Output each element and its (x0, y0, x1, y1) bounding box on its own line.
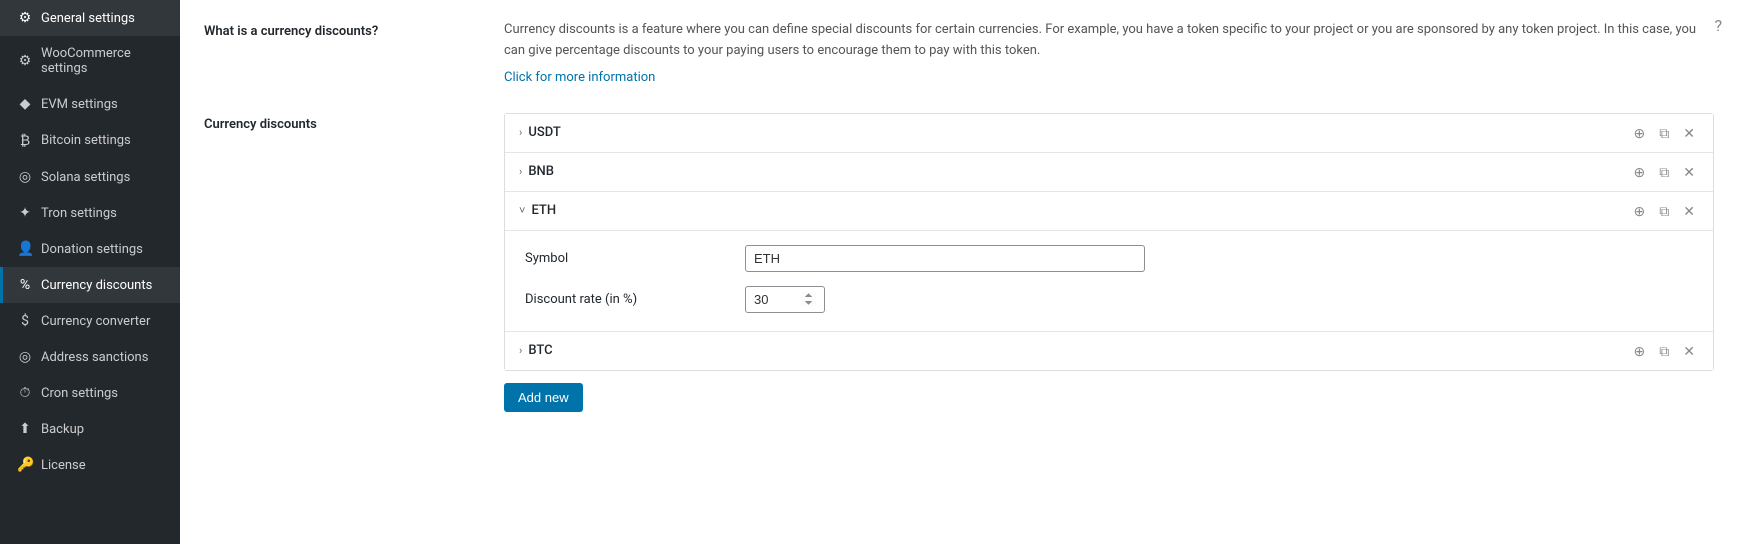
description-text: Currency discounts is a feature where yo… (504, 20, 1714, 62)
chevron-right-icon: › (519, 344, 522, 357)
sidebar-item-label-donation-settings: Donation settings (41, 242, 143, 257)
bitcoin-settings-icon: ₿ (17, 132, 33, 149)
sidebar-item-cron-settings[interactable]: ⏱ Cron settings (0, 375, 180, 411)
sidebar: ⚙ General settings ⚙ WooCommerce settings ◆ E… (0, 0, 180, 544)
sidebar-item-label-cron-settings: Cron settings (41, 386, 118, 401)
sidebar-item-label-backup: Backup (41, 422, 84, 437)
sidebar-item-woocommerce-settings[interactable]: ⚙ WooCommerce settings (0, 36, 180, 86)
item-actions-bnb: ⊕ ⧉ ✕ (1630, 163, 1699, 181)
sidebar-item-evm-settings[interactable]: ◆ EVM settings (0, 86, 180, 122)
move-button-usdt[interactable]: ⊕ (1630, 124, 1650, 142)
duplicate-button-bnb[interactable]: ⧉ (1655, 163, 1673, 181)
currency-discounts-icon: % (17, 277, 33, 293)
evm-settings-icon: ◆ (17, 96, 33, 112)
cron-settings-icon: ⏱ (17, 385, 33, 401)
donation-settings-icon: 👤 (17, 241, 33, 257)
item-actions-usdt: ⊕ ⧉ ✕ (1630, 124, 1699, 142)
sidebar-item-label-solana-settings: Solana settings (41, 170, 130, 185)
help-icon[interactable]: ? (1714, 16, 1722, 35)
tron-settings-icon: ✦ (17, 205, 33, 221)
sidebar-item-label-woocommerce-settings: WooCommerce settings (41, 46, 166, 76)
what-is-label: What is a currency discounts? (204, 20, 484, 85)
sidebar-item-label-currency-discounts: Currency discounts (41, 278, 152, 293)
solana-settings-icon: ◎ (17, 169, 33, 185)
move-button-eth[interactable]: ⊕ (1630, 202, 1650, 220)
sidebar-item-donation-settings[interactable]: 👤 Donation settings (0, 231, 180, 267)
discount-item-btc: › BTC⊕ ⧉ ✕ (505, 332, 1713, 370)
backup-icon: ⬆ (17, 421, 33, 437)
sidebar-item-label-bitcoin-settings: Bitcoin settings (41, 133, 131, 148)
sidebar-item-tron-settings[interactable]: ✦ Tron settings (0, 195, 180, 231)
symbol-label: Symbol (525, 251, 745, 266)
add-new-button[interactable]: Add new (504, 383, 583, 412)
sidebar-item-label-general-settings: General settings (41, 11, 135, 26)
move-button-btc[interactable]: ⊕ (1630, 342, 1650, 360)
discount-item-body-eth: Symbol Discount rate (in %) (505, 230, 1713, 331)
description-section: What is a currency discounts? Currency d… (204, 20, 1714, 85)
discount-item-bnb: › BNB⊕ ⧉ ✕ (505, 153, 1713, 192)
discount-rate-input[interactable] (745, 286, 825, 313)
sidebar-item-bitcoin-settings[interactable]: ₿ Bitcoin settings (0, 122, 180, 159)
discount-item-header-btc[interactable]: › BTC⊕ ⧉ ✕ (505, 332, 1713, 370)
chevron-right-icon: › (519, 126, 522, 139)
more-info-link[interactable]: Click for more information (504, 70, 655, 85)
woocommerce-settings-icon: ⚙ (17, 53, 33, 69)
duplicate-button-usdt[interactable]: ⧉ (1655, 124, 1673, 142)
main-content: ? What is a currency discounts? Currency… (180, 0, 1738, 544)
currency-discounts-content: ›USDT⊕⧉✕›BNB⊕⧉✕˅ETH⊕⧉✕SymbolDiscount rat… (504, 113, 1714, 412)
item-actions-eth: ⊕ ⧉ ✕ (1630, 202, 1699, 220)
item-name-eth: ETH (531, 203, 1629, 218)
remove-button-usdt[interactable]: ✕ (1679, 124, 1699, 142)
sidebar-item-label-tron-settings: Tron settings (41, 206, 117, 221)
move-button-bnb[interactable]: ⊕ (1630, 163, 1650, 181)
discount-item-eth: ˅ ETH⊕ ⧉ ✕ Symbol Discount rate (in %) (505, 192, 1713, 332)
license-icon: 🔑 (17, 457, 33, 473)
currency-converter-icon: $ (17, 313, 33, 329)
sidebar-item-license[interactable]: 🔑 License (0, 447, 180, 483)
discount-list: ›USDT⊕⧉✕›BNB⊕⧉✕˅ETH⊕⧉✕SymbolDiscount rat… (504, 113, 1714, 371)
sidebar-item-general-settings[interactable]: ⚙ General settings (0, 0, 180, 36)
description-content: Currency discounts is a feature where yo… (504, 20, 1714, 85)
currency-discounts-label: Currency discounts (204, 113, 484, 412)
sidebar-item-label-license: License (41, 458, 86, 473)
symbol-input[interactable] (745, 245, 1145, 272)
sidebar-item-label-evm-settings: EVM settings (41, 97, 118, 112)
chevron-down-icon: ˅ (519, 204, 525, 217)
currency-discounts-section: Currency discounts ›USDT⊕⧉✕›BNB⊕⧉✕˅ETH⊕⧉… (204, 113, 1714, 412)
symbol-row: Symbol (525, 245, 1693, 272)
duplicate-button-eth[interactable]: ⧉ (1655, 202, 1673, 220)
discount-rate-row: Discount rate (in %) (525, 286, 1693, 313)
duplicate-button-btc[interactable]: ⧉ (1655, 342, 1673, 360)
discount-item-header-bnb[interactable]: › BNB⊕ ⧉ ✕ (505, 153, 1713, 191)
item-name-bnb: BNB (528, 164, 1629, 179)
discount-rate-label: Discount rate (in %) (525, 292, 745, 307)
sidebar-item-currency-converter[interactable]: $ Currency converter (0, 303, 180, 339)
sidebar-item-address-sanctions[interactable]: ◎ Address sanctions (0, 339, 180, 375)
sidebar-item-currency-discounts[interactable]: % Currency discounts (0, 267, 180, 303)
general-settings-icon: ⚙ (17, 10, 33, 26)
item-name-btc: BTC (528, 343, 1629, 358)
discount-item-header-eth[interactable]: ˅ ETH⊕ ⧉ ✕ (505, 192, 1713, 230)
discount-item-usdt: › USDT⊕ ⧉ ✕ (505, 114, 1713, 153)
address-sanctions-icon: ◎ (17, 349, 33, 365)
sidebar-item-label-address-sanctions: Address sanctions (41, 350, 148, 365)
discount-item-header-usdt[interactable]: › USDT⊕ ⧉ ✕ (505, 114, 1713, 152)
remove-button-eth[interactable]: ✕ (1679, 202, 1699, 220)
item-actions-btc: ⊕ ⧉ ✕ (1630, 342, 1699, 360)
remove-button-bnb[interactable]: ✕ (1679, 163, 1699, 181)
remove-button-btc[interactable]: ✕ (1679, 342, 1699, 360)
item-name-usdt: USDT (528, 125, 1629, 140)
chevron-right-icon: › (519, 165, 522, 178)
sidebar-item-solana-settings[interactable]: ◎ Solana settings (0, 159, 180, 195)
sidebar-item-backup[interactable]: ⬆ Backup (0, 411, 180, 447)
sidebar-item-label-currency-converter: Currency converter (41, 314, 150, 329)
